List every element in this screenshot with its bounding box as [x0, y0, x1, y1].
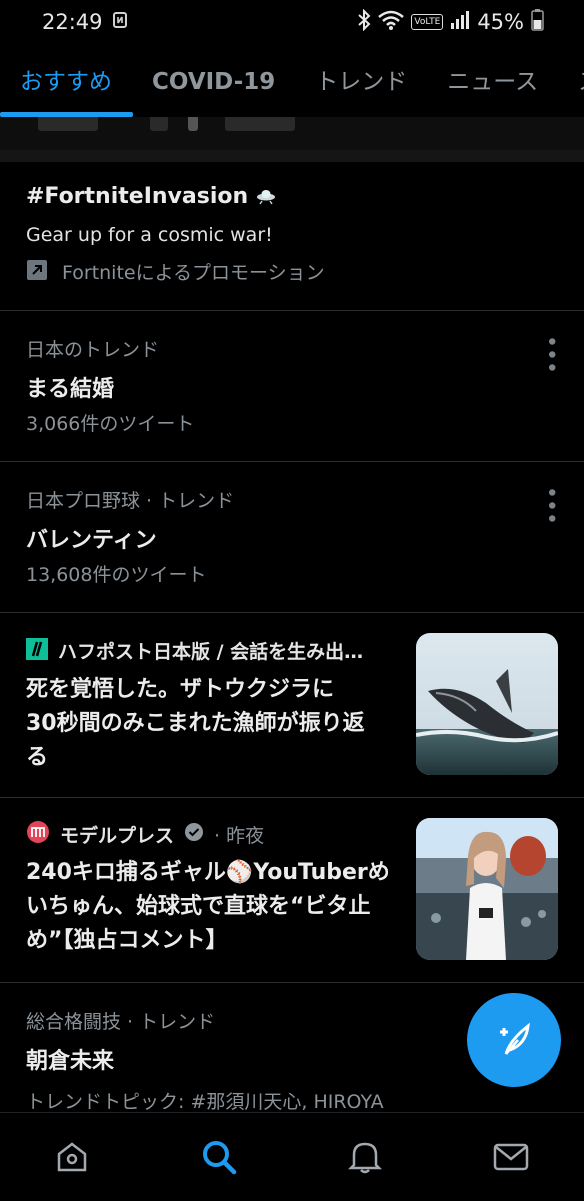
promoted-arrow-icon	[26, 259, 48, 285]
news-source: モデルプレス	[60, 824, 175, 847]
trend-topics: トレンドトピック: #那須川天心, HIROYA	[26, 1091, 384, 1113]
news-headline-line: いちゅん、始球式で直球を“ビタ止	[26, 894, 371, 919]
news-item[interactable]: ハフポスト日本版 / 会話を生み出… 死を覚悟した。ザトウクジラに 30秒間のみ…	[0, 613, 584, 798]
nav-messages-button[interactable]	[471, 1113, 551, 1201]
promoted-trend[interactable]: #FortniteInvasion Gear up for a cosmic w…	[0, 162, 584, 311]
baseball-player-thumbnail[interactable]	[416, 818, 558, 960]
tab-covid19[interactable]: COVID-19	[132, 52, 295, 112]
more-options-icon[interactable]: •••	[538, 486, 563, 525]
compose-feather-icon	[500, 1022, 530, 1055]
news-headline-line: め”【独占コメント】	[26, 928, 228, 953]
modelpress-logo-icon	[26, 820, 50, 848]
battery-percent: 45%	[477, 10, 524, 34]
news-headline-line: る	[26, 745, 49, 770]
trend-item[interactable]: 日本のトレンド ••• まる結婚 3,066件のツイート	[0, 311, 584, 462]
trend-context: 総合格闘技 · トレンド	[26, 1011, 216, 1033]
signal-icon	[450, 10, 470, 35]
trend-item[interactable]: 日本プロ野球 · トレンド ••• バレンティン 13,608件のツイート	[0, 462, 584, 613]
trend-context: 日本のトレンド	[26, 339, 160, 361]
trend-tweet-count: 13,608件のツイート	[26, 564, 207, 586]
status-bar: 22:49 VoLTE 45%	[0, 0, 584, 44]
battery-icon	[531, 8, 544, 36]
status-time: 22:49	[42, 10, 103, 34]
wifi-icon	[378, 10, 405, 35]
verified-badge-icon	[184, 822, 204, 846]
news-headline-line: 30秒間のみこまれた漁師が振り返	[26, 711, 365, 736]
nav-notifications-button[interactable]	[325, 1113, 405, 1201]
tab-sports-partial[interactable]: ス	[558, 52, 584, 112]
tab-trends[interactable]: トレンド	[295, 52, 427, 112]
section-divider	[0, 150, 584, 162]
bottom-navigation	[0, 1112, 584, 1201]
search-icon	[203, 1141, 237, 1175]
volte-badge: VoLTE	[411, 14, 444, 30]
trend-title: まる結婚	[26, 377, 115, 402]
bell-icon	[348, 1142, 382, 1174]
news-source: ハフポスト日本版 / 会話を生み出…	[58, 641, 364, 663]
hero-image-strip[interactable]	[0, 117, 584, 150]
trend-title: バレンティン	[26, 528, 157, 553]
news-time: · 昨夜	[214, 824, 265, 847]
nav-home-button[interactable]	[32, 1113, 112, 1201]
compose-tweet-button[interactable]	[467, 993, 561, 1087]
huffpost-logo-icon	[26, 637, 48, 664]
promoted-by: Fortniteによるプロモーション	[62, 262, 325, 284]
trend-tweet-count: 3,066件のツイート	[26, 413, 195, 435]
news-item[interactable]: モデルプレス · 昨夜 240キロ捕るギャル⚾YouTuberめ いちゅん、始球…	[0, 798, 584, 983]
news-headline-line: 死を覚悟した。ザトウクジラに	[26, 677, 335, 702]
trend-context: 日本プロ野球 · トレンド	[26, 490, 235, 512]
mail-icon	[493, 1143, 529, 1171]
ufo-icon	[256, 185, 276, 209]
home-icon	[57, 1142, 87, 1172]
promo-body: Gear up for a cosmic war!	[26, 224, 273, 246]
more-options-icon[interactable]: •••	[538, 335, 563, 374]
promo-hashtag: #FortniteInvasion	[26, 184, 249, 209]
whale-thumbnail[interactable]	[416, 633, 558, 775]
news-headline-line: 240キロ捕るギャル⚾YouTuberめ	[26, 860, 390, 885]
tab-news[interactable]: ニュース	[427, 52, 558, 112]
nav-search-button[interactable]	[179, 1113, 259, 1201]
nfc-icon	[112, 10, 129, 34]
bluetooth-icon	[357, 8, 371, 36]
explore-tabs: おすすめ COVID-19 トレンド ニュース ス	[0, 50, 584, 114]
trend-title: 朝倉未来	[26, 1049, 115, 1074]
tab-recommended[interactable]: おすすめ	[0, 52, 132, 112]
